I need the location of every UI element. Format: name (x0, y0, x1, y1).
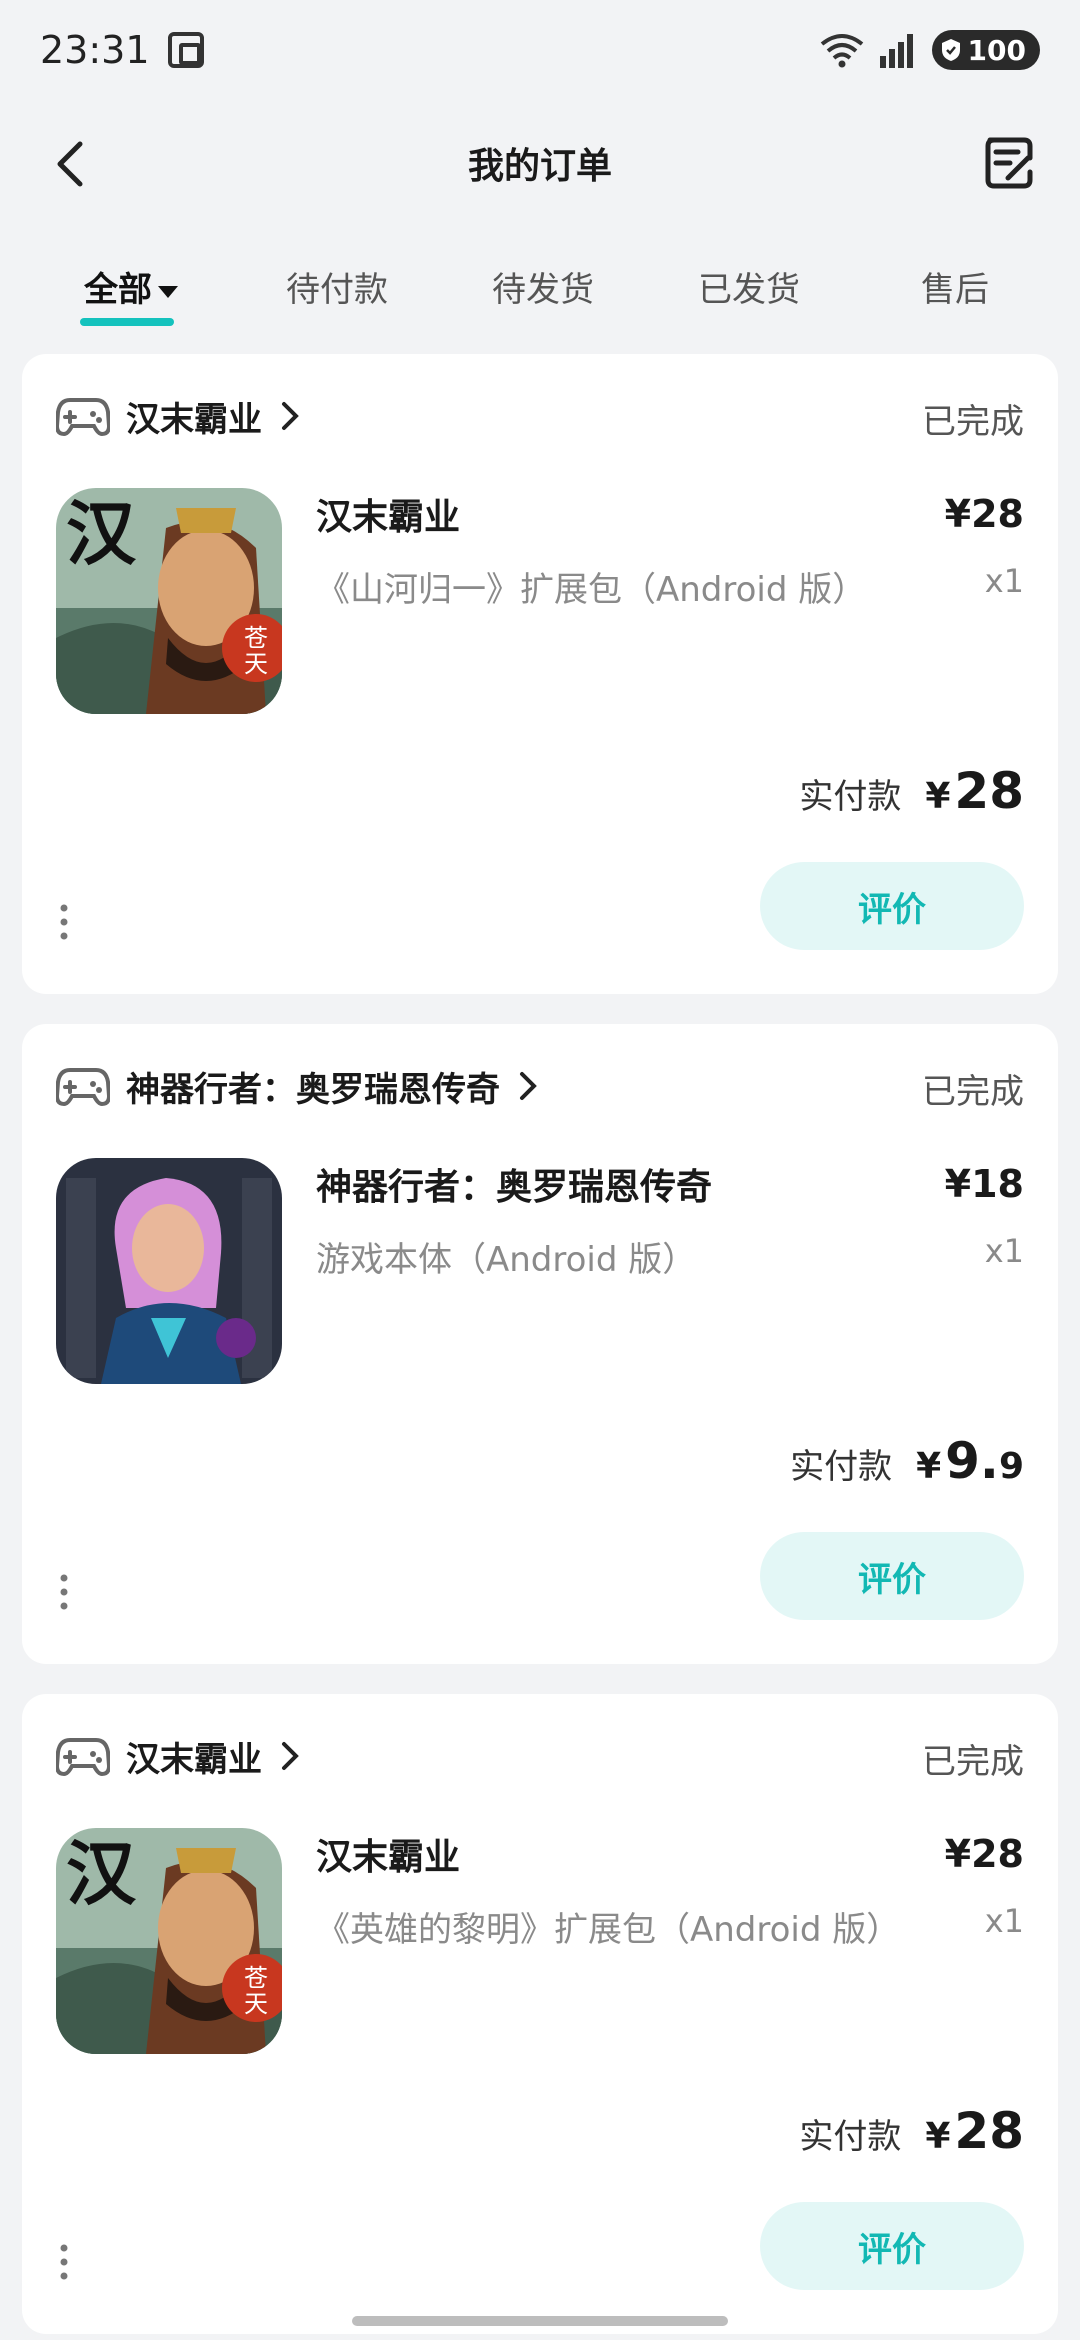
order-status: 已完成 (922, 1072, 1024, 1112)
product-thumbnail[interactable]: 汉 苍 天 (56, 488, 282, 714)
tab-shipped[interactable]: 已发货 (646, 250, 852, 330)
product-name: 神器行者：奥罗瑞恩传奇 (316, 1167, 713, 1208)
paid-label: 实付款 (799, 777, 902, 817)
store-link[interactable]: 神器行者：奥罗瑞恩传奇 (56, 1058, 542, 1114)
caret-down-icon (158, 285, 178, 298)
tab-label: 待付款 (286, 270, 388, 310)
more-dots-icon[interactable] (56, 1572, 72, 1612)
battery-level: 100 (967, 33, 1026, 67)
product-price: ¥28 (944, 1832, 1024, 1876)
store-name: 汉末霸业 (126, 1739, 262, 1780)
product-description: 《山河归一》扩展包（Android 版） (316, 570, 867, 610)
paid-currency: ¥ (916, 1446, 942, 1487)
tab-active-indicator (80, 318, 174, 326)
page-title: 我的订单 (467, 145, 612, 187)
order-card: 汉末霸业 已完成 汉 苍 天 汉末霸业 《山河归一》扩展包（Android 版）… (22, 354, 1058, 994)
gamepad-icon (56, 1068, 110, 1107)
gamepad-icon (56, 398, 110, 437)
order-tabs: 全部 待付款 待发货 已发货 售后 (0, 250, 1080, 330)
store-name: 汉末霸业 (126, 399, 262, 440)
gamepad-icon (56, 1738, 110, 1777)
tab-label: 已发货 (698, 270, 800, 310)
tab-all[interactable]: 全部 (28, 250, 234, 330)
review-button[interactable]: 评价 (760, 2202, 1024, 2290)
paid-amount: 实付款 ¥ 9. 9 (790, 1432, 1024, 1490)
svg-text:汉: 汉 (66, 1832, 137, 1915)
header: 我的订单 (0, 110, 1080, 215)
paid-amount: 实付款 ¥ 28 (799, 762, 1024, 820)
home-indicator[interactable] (352, 2316, 728, 2326)
order-status: 已完成 (922, 402, 1024, 442)
svg-text:苍: 苍 (244, 624, 268, 652)
store-link[interactable]: 汉末霸业 (56, 1728, 304, 1784)
product-thumbnail[interactable] (56, 1158, 282, 1384)
tab-pending-shipment[interactable]: 待发货 (440, 250, 646, 330)
status-time: 23:31 (40, 28, 150, 72)
signal-icon (879, 34, 913, 68)
product-thumbnail[interactable]: 汉 苍 天 (56, 1828, 282, 2054)
shield-icon (941, 39, 960, 61)
product-quantity: x1 (984, 1902, 1024, 1940)
wifi-icon (820, 34, 863, 68)
svg-text:天: 天 (244, 650, 268, 678)
product-description: 《英雄的黎明》扩展包（Android 版） (316, 1910, 901, 1950)
chevron-right-icon (282, 402, 299, 430)
store-name: 神器行者：奥罗瑞恩传奇 (126, 1069, 500, 1110)
product-name: 汉末霸业 (316, 497, 461, 538)
tab-pending-payment[interactable]: 待付款 (234, 250, 440, 330)
order-status: 已完成 (922, 1742, 1024, 1782)
paid-value-integer: 9. (945, 1432, 999, 1490)
product-price: ¥28 (944, 492, 1024, 536)
chevron-right-icon (282, 1742, 299, 1770)
more-dots-icon[interactable] (56, 2242, 72, 2282)
tab-label: 售后 (921, 270, 989, 310)
product-quantity: x1 (984, 1232, 1024, 1270)
svg-text:苍: 苍 (244, 1964, 268, 1992)
paid-currency: ¥ (925, 2116, 951, 2157)
svg-text:汉: 汉 (66, 492, 137, 575)
review-button[interactable]: 评价 (760, 1532, 1024, 1620)
more-dots-icon[interactable] (56, 902, 72, 942)
order-card: 神器行者：奥罗瑞恩传奇 已完成 神器行者：奥罗瑞恩传奇 游戏本体（Android… (22, 1024, 1058, 1664)
tab-after-sales[interactable]: 售后 (852, 250, 1058, 330)
tab-label: 全部 (84, 270, 152, 310)
paid-amount: 实付款 ¥ 28 (799, 2102, 1024, 2160)
screen-record-icon (167, 32, 204, 68)
product-name: 汉末霸业 (316, 1837, 461, 1878)
tab-label: 待发货 (492, 270, 594, 310)
status-bar: 23:31 100 (0, 0, 1080, 100)
edit-order-icon[interactable] (978, 132, 1040, 194)
product-price: ¥18 (944, 1162, 1024, 1206)
back-icon[interactable] (44, 134, 104, 194)
product-description: 游戏本体（Android 版） (316, 1240, 697, 1280)
chevron-right-icon (520, 1072, 537, 1100)
product-quantity: x1 (984, 562, 1024, 600)
store-link[interactable]: 汉末霸业 (56, 388, 304, 444)
status-icons: 100 (820, 30, 1040, 70)
battery-indicator: 100 (931, 30, 1040, 70)
review-button[interactable]: 评价 (760, 862, 1024, 950)
order-card: 汉末霸业 已完成 汉 苍 天 汉末霸业 《英雄的黎明》扩展包（Android 版… (22, 1694, 1058, 2334)
paid-label: 实付款 (799, 2117, 902, 2157)
paid-label: 实付款 (790, 1447, 893, 1487)
paid-currency: ¥ (925, 776, 951, 817)
paid-value-integer: 28 (954, 762, 1024, 820)
paid-value-decimal: 9 (998, 1446, 1024, 1487)
svg-text:天: 天 (244, 1990, 268, 2018)
paid-value-integer: 28 (954, 2102, 1024, 2160)
